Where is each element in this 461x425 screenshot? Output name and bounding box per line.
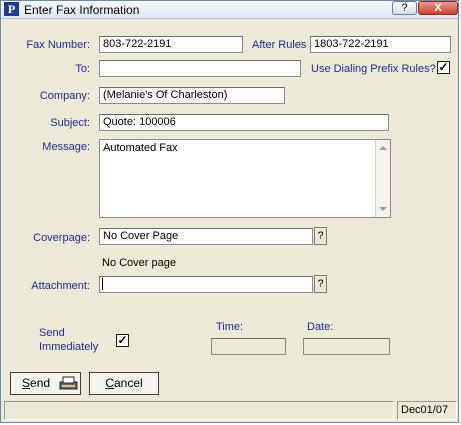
fax-number-label: Fax Number: <box>26 39 90 51</box>
cancel-label-rest: ancel <box>113 376 143 390</box>
coverpage-lookup-button[interactable]: ? <box>314 227 327 245</box>
message-text: Automated Fax <box>103 142 178 154</box>
send-immediately-checkbox[interactable]: ✓ <box>116 334 129 347</box>
message-label: Message: <box>42 141 90 153</box>
status-pane-date: Dec01/07 <box>397 401 457 420</box>
dialing-prefix-checkbox[interactable]: ✓ <box>437 61 450 74</box>
subject-input[interactable]: Quote: 100006 <box>99 114 389 131</box>
cancel-accel-key: C <box>105 376 114 390</box>
send-immediately-label-line2: Immediately <box>39 341 99 353</box>
coverpage-description: No Cover page <box>102 257 176 269</box>
coverpage-input[interactable]: No Cover Page <box>99 228 313 245</box>
status-bar: Dec01/07 <box>4 401 457 420</box>
after-rules-input[interactable]: 1803-722-2191 <box>310 36 451 53</box>
window-title: Enter Fax Information <box>24 3 140 17</box>
time-label: Time: <box>216 321 244 333</box>
send-button[interactable]: Send <box>10 372 81 395</box>
after-rules-label: After Rules <box>252 39 307 51</box>
help-button[interactable]: ? <box>392 1 417 15</box>
coverpage-label: Coverpage: <box>33 232 90 244</box>
send-label-rest: end <box>30 376 51 390</box>
subject-label: Subject: <box>50 117 90 129</box>
to-input[interactable] <box>99 60 301 77</box>
title-bar: P Enter Fax Information ? X <box>1 1 458 19</box>
time-input[interactable] <box>211 338 286 355</box>
to-label: To: <box>75 63 90 75</box>
text-cursor: ​ <box>102 278 103 290</box>
attachment-lookup-button[interactable]: ? <box>314 275 327 293</box>
cancel-button[interactable]: Cancel <box>89 372 159 395</box>
company-label: Company: <box>39 90 90 102</box>
dialing-prefix-label: Use Dialing Prefix Rules? <box>311 63 436 75</box>
fax-number-input[interactable]: 803-722-2191 <box>99 36 243 53</box>
attachment-label: Attachment: <box>31 280 90 292</box>
message-textarea[interactable]: Automated Fax <box>99 139 391 218</box>
status-pane-main <box>4 401 394 420</box>
send-accel-key: S <box>22 376 31 390</box>
fax-printer-icon <box>59 376 78 390</box>
date-label: Date: <box>307 321 334 333</box>
date-input[interactable] <box>303 338 390 355</box>
company-input[interactable]: (Melanie's Of Charleston) <box>99 87 285 104</box>
send-immediately-label-line1: Send <box>39 327 65 339</box>
app-icon: P <box>4 2 19 16</box>
fax-dialog: P Enter Fax Information ? X Fax Number: … <box>0 0 459 423</box>
send-button-label: Send <box>22 373 50 394</box>
close-button[interactable]: X <box>418 1 458 15</box>
message-scrollbar[interactable] <box>375 140 390 217</box>
scroll-up-icon[interactable] <box>379 146 387 150</box>
attachment-input[interactable]: ​ <box>99 276 313 293</box>
scroll-down-icon[interactable] <box>379 207 387 211</box>
